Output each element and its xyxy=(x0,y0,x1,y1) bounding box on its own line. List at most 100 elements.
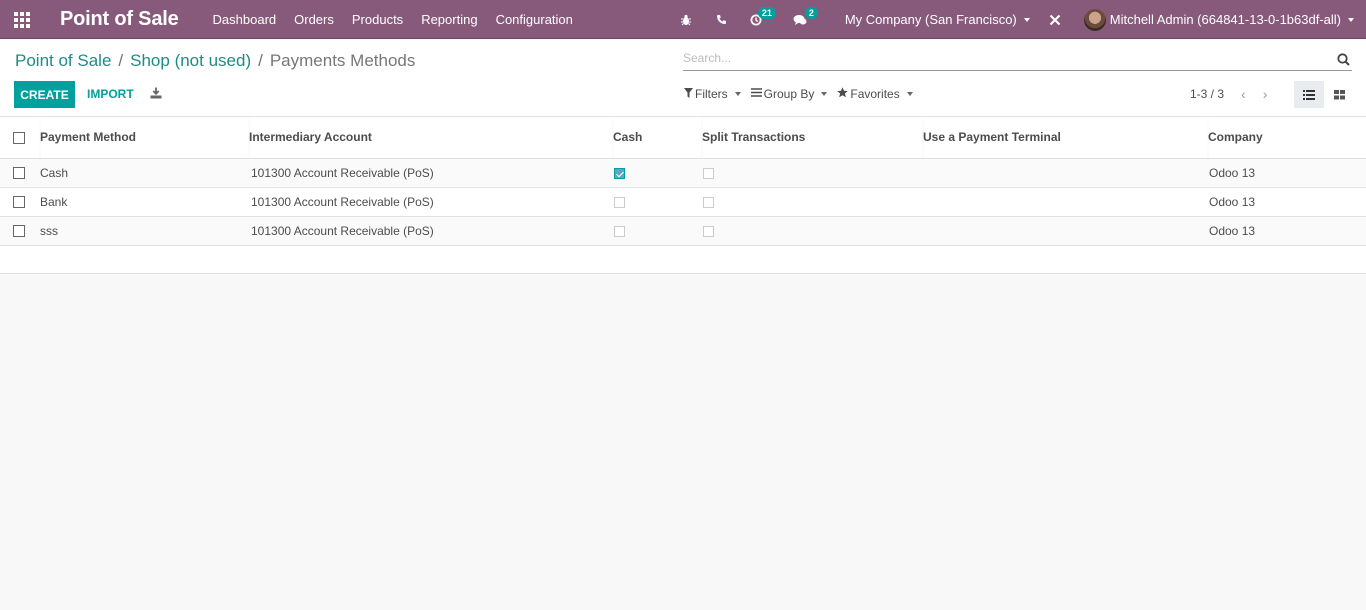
intermediary-account-cell[interactable]: 101300 Account Receivable (PoS) xyxy=(249,216,613,246)
list-view-button[interactable] xyxy=(1294,81,1324,108)
cash-checkbox xyxy=(614,167,625,179)
payment-method-cell[interactable]: sss xyxy=(40,216,249,246)
phone-icon[interactable] xyxy=(715,13,729,27)
row-select-cell xyxy=(0,158,40,188)
chevron-left-icon[interactable]: ‹ xyxy=(1241,87,1246,101)
bars-icon xyxy=(750,88,762,100)
app-title: Point of Sale xyxy=(60,7,179,30)
pager: 1-3 / 3 ‹ › xyxy=(1190,87,1267,101)
split-transactions-cell xyxy=(702,216,923,246)
table-footer xyxy=(0,245,1366,274)
split-transactions-checkbox xyxy=(703,196,714,208)
company-name: My Company (San Francisco) xyxy=(844,12,1017,27)
row-select-checkbox[interactable] xyxy=(13,225,25,238)
comments-icon[interactable]: 2 xyxy=(793,6,818,27)
menu-item-reporting[interactable]: Reporting xyxy=(421,12,477,27)
filters-label: Filters xyxy=(695,87,728,101)
filters-dropdown[interactable]: Filters xyxy=(684,87,741,101)
chevron-right-icon[interactable]: › xyxy=(1263,87,1268,101)
split-transactions-cell xyxy=(702,158,923,188)
view-switcher xyxy=(1294,81,1354,108)
breadcrumb-separator: / xyxy=(258,51,263,70)
row-select-cell xyxy=(0,187,40,217)
favorites-dropdown[interactable]: Favorites xyxy=(837,87,913,101)
column-header-intermediary-account[interactable]: Intermediary Account xyxy=(249,117,613,159)
intermediary-account-cell[interactable]: 101300 Account Receivable (PoS) xyxy=(249,187,613,217)
chevron-down-icon xyxy=(906,92,913,96)
split-transactions-checkbox xyxy=(703,225,714,237)
payment-method-cell[interactable]: Cash xyxy=(40,158,249,188)
breadcrumb-separator: / xyxy=(118,51,124,70)
search-input[interactable] xyxy=(683,51,1323,65)
activity-clock-icon[interactable]: 21 xyxy=(749,6,776,27)
top-navbar: Point of Sale Dashboard Orders Products … xyxy=(0,0,1366,39)
payment-terminal-cell[interactable] xyxy=(923,187,1208,217)
table-row[interactable]: Cash 101300 Account Receivable (PoS) Odo… xyxy=(0,158,1366,188)
create-button[interactable]: CREATE xyxy=(14,81,75,108)
table-header-row: Payment Method Intermediary Account Cash… xyxy=(0,117,1366,159)
company-switcher[interactable]: My Company (San Francisco) xyxy=(845,12,1030,27)
cash-cell xyxy=(613,187,702,217)
column-header-payment-terminal[interactable]: Use a Payment Terminal xyxy=(923,117,1208,159)
bug-icon[interactable] xyxy=(679,13,693,27)
payment-terminal-cell[interactable] xyxy=(923,216,1208,246)
kanban-icon xyxy=(1333,89,1345,99)
activity-count-badge: 21 xyxy=(757,6,776,19)
breadcrumb-point-of-sale[interactable]: Point of Sale xyxy=(15,51,111,71)
company-cell[interactable]: Odoo 13 xyxy=(1208,216,1366,246)
avatar xyxy=(1083,8,1106,31)
payment-methods-table: Payment Method Intermediary Account Cash… xyxy=(0,117,1366,246)
intermediary-account-cell[interactable]: 101300 Account Receivable (PoS) xyxy=(249,158,613,188)
select-all-checkbox[interactable] xyxy=(13,132,25,145)
column-header-payment-method[interactable]: Payment Method xyxy=(40,117,249,159)
kanban-view-button[interactable] xyxy=(1324,81,1354,108)
table-row[interactable]: Bank 101300 Account Receivable (PoS) Odo… xyxy=(0,187,1366,217)
pager-value[interactable]: 1-3 / 3 xyxy=(1190,87,1224,101)
group-by-dropdown[interactable]: Group By xyxy=(750,87,828,101)
column-header-cash[interactable]: Cash xyxy=(613,117,702,159)
payment-terminal-cell[interactable] xyxy=(923,158,1208,188)
row-select-cell xyxy=(0,216,40,246)
cash-cell xyxy=(613,158,702,188)
cash-checkbox xyxy=(614,225,625,237)
tools-icon[interactable] xyxy=(1048,13,1062,27)
group-by-label: Group By xyxy=(763,87,815,101)
column-header-company[interactable]: Company xyxy=(1208,117,1366,159)
filter-icon xyxy=(684,87,693,101)
company-cell[interactable]: Odoo 13 xyxy=(1208,158,1366,188)
row-select-checkbox[interactable] xyxy=(13,167,25,180)
user-name: Mitchell Admin (664841-13-0-1b63df-all) xyxy=(1109,12,1341,27)
company-cell[interactable]: Odoo 13 xyxy=(1208,187,1366,217)
row-select-checkbox[interactable] xyxy=(13,196,25,209)
breadcrumb-shop[interactable]: Shop (not used) xyxy=(130,51,251,71)
cash-checkbox xyxy=(614,196,625,208)
table-row[interactable]: sss 101300 Account Receivable (PoS) Odoo… xyxy=(0,216,1366,246)
menu-item-products[interactable]: Products xyxy=(352,12,403,27)
chevron-down-icon xyxy=(821,92,828,96)
menu-item-orders[interactable]: Orders xyxy=(294,12,334,27)
menu-item-dashboard[interactable]: Dashboard xyxy=(213,12,277,27)
chevron-down-icon xyxy=(734,92,741,96)
import-button[interactable]: IMPORT xyxy=(87,87,134,101)
list-icon xyxy=(1303,89,1315,100)
chevron-down-icon xyxy=(1023,17,1030,22)
table-body: Cash 101300 Account Receivable (PoS) Odo… xyxy=(0,158,1366,246)
search-bar xyxy=(683,50,1352,71)
control-panel: Point of Sale / Shop (not used) / Paymen… xyxy=(0,40,1366,117)
user-menu[interactable]: Mitchell Admin (664841-13-0-1b63df-all) xyxy=(1083,8,1354,31)
breadcrumb: Point of Sale / Shop (not used) / Paymen… xyxy=(15,51,415,71)
split-transactions-cell xyxy=(702,187,923,217)
select-all-cell xyxy=(0,117,40,159)
messages-count-badge: 2 xyxy=(804,6,818,19)
payment-method-cell[interactable]: Bank xyxy=(40,187,249,217)
column-header-split-transactions[interactable]: Split Transactions xyxy=(702,117,923,159)
main-menu: Dashboard Orders Products Reporting Conf… xyxy=(213,12,591,27)
download-icon[interactable] xyxy=(150,87,162,99)
menu-item-configuration[interactable]: Configuration xyxy=(496,12,573,27)
favorites-label: Favorites xyxy=(850,87,900,101)
search-facets: Filters Group By Favorites xyxy=(684,87,923,101)
apps-grid-icon[interactable] xyxy=(14,12,32,28)
list-view: Payment Method Intermediary Account Cash… xyxy=(0,117,1366,274)
star-icon xyxy=(837,87,849,101)
search-icon[interactable] xyxy=(1337,53,1350,66)
